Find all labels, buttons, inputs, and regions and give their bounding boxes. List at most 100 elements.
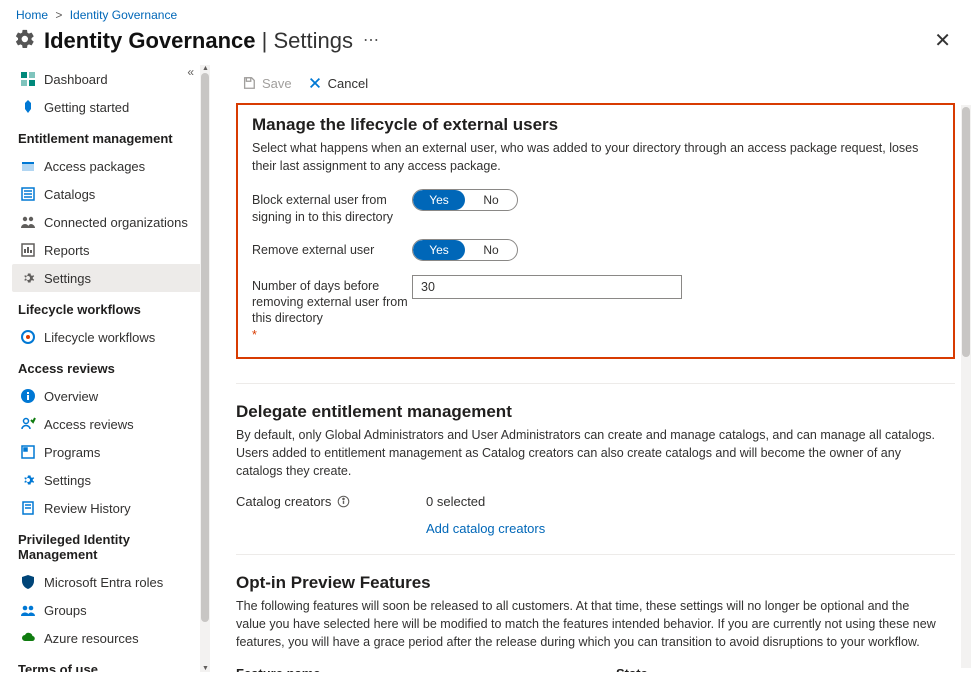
row-block-signin-label: Block external user from signing in to t…: [252, 189, 412, 225]
save-button[interactable]: Save: [242, 76, 292, 91]
review-icon: [20, 416, 36, 432]
sidebar-item-azure-resources[interactable]: Azure resources: [12, 624, 206, 652]
toolbar: Save Cancel: [234, 65, 975, 101]
row-days-label: Number of days before removing external …: [252, 275, 412, 343]
toggle-block-signin[interactable]: Yes No: [412, 189, 518, 211]
breadcrumb-home[interactable]: Home: [16, 8, 48, 22]
shield-icon: [20, 574, 36, 590]
divider: [236, 383, 955, 384]
toggle-yes[interactable]: Yes: [413, 190, 465, 210]
catalog-creators-row: Catalog creators 0 selected: [236, 494, 955, 509]
sidebar-section-pim: Privileged Identity Management: [12, 522, 206, 568]
sidebar-item-lifecycle-workflows[interactable]: Lifecycle workflows: [12, 323, 206, 351]
feature-table-header: Feature name State: [236, 666, 955, 673]
sidebar-section-lifecycle: Lifecycle workflows: [12, 292, 206, 323]
sidebar-item-label: Lifecycle workflows: [44, 330, 155, 345]
divider: [236, 554, 955, 555]
sidebar-item-label: Azure resources: [44, 631, 139, 646]
sidebar-item-label: Dashboard: [44, 72, 108, 87]
catalog-creators-label: Catalog creators: [236, 494, 331, 509]
gear-icon: [14, 28, 36, 53]
sidebar-item-entra-roles[interactable]: Microsoft Entra roles: [12, 568, 206, 596]
toggle-yes[interactable]: Yes: [413, 240, 465, 260]
sidebar-item-dashboard[interactable]: Dashboard: [12, 65, 206, 93]
sidebar-item-reports[interactable]: Reports: [12, 236, 206, 264]
sidebar-item-label: Groups: [44, 603, 87, 618]
delegate-desc: By default, only Global Administrators a…: [236, 426, 936, 480]
sidebar-item-catalogs[interactable]: Catalogs: [12, 180, 206, 208]
lifecycle-icon: [20, 329, 36, 345]
sidebar-item-access-reviews[interactable]: Access reviews: [12, 410, 206, 438]
row-block-signin: Block external user from signing in to t…: [252, 189, 939, 225]
sidebar-item-label: Access reviews: [44, 417, 134, 432]
sidebar-item-label: Getting started: [44, 100, 129, 115]
lifecycle-desc: Select what happens when an external use…: [252, 139, 939, 175]
history-icon: [20, 500, 36, 516]
sidebar-item-label: Programs: [44, 445, 100, 460]
breadcrumb-sep: >: [55, 8, 62, 22]
cloud-icon: [20, 630, 36, 646]
catalog-icon: [20, 186, 36, 202]
breadcrumb-ig[interactable]: Identity Governance: [70, 8, 177, 22]
sidebar-item-review-history[interactable]: Review History: [12, 494, 206, 522]
row-remove-user-label: Remove external user: [252, 239, 412, 258]
main-pane: Save Cancel Manage the lifecycle of exte…: [210, 65, 975, 672]
sidebar-item-settings[interactable]: Settings: [12, 264, 206, 292]
lifecycle-card: Manage the lifecycle of external users S…: [236, 103, 955, 359]
preview-title: Opt-in Preview Features: [236, 573, 955, 593]
groups-icon: [20, 602, 36, 618]
sidebar-item-label: Access packages: [44, 159, 145, 174]
sidebar-section-access-reviews: Access reviews: [12, 351, 206, 382]
add-catalog-creators-link[interactable]: Add catalog creators: [236, 521, 955, 536]
sidebar-item-getting-started[interactable]: Getting started: [12, 93, 206, 121]
main-scrollbar[interactable]: [961, 105, 971, 668]
breadcrumb: Home > Identity Governance: [0, 0, 975, 24]
sidebar-item-label: Connected organizations: [44, 215, 188, 230]
more-icon[interactable]: ⋯: [363, 33, 379, 49]
reports-icon: [20, 242, 36, 258]
scroll-down-icon: ▼: [202, 665, 208, 672]
package-icon: [20, 158, 36, 174]
sidebar-item-programs[interactable]: Programs: [12, 438, 206, 466]
sidebar-item-label: Review History: [44, 501, 131, 516]
days-input[interactable]: [412, 275, 682, 299]
col-feature-name: Feature name: [236, 666, 616, 673]
close-icon[interactable]: ✕: [926, 24, 959, 57]
dashboard-icon: [20, 71, 36, 87]
page-header: Identity Governance | Settings ⋯ ✕: [0, 24, 975, 65]
sidebar-item-label: Microsoft Entra roles: [44, 575, 163, 590]
page-title: Identity Governance | Settings: [44, 28, 353, 54]
sidebar-item-label: Settings: [44, 473, 91, 488]
info-small-icon[interactable]: [337, 495, 350, 508]
sidebar-item-access-packages[interactable]: Access packages: [12, 152, 206, 180]
sidebar-item-label: Settings: [44, 271, 91, 286]
cancel-button[interactable]: Cancel: [308, 76, 368, 91]
programs-icon: [20, 444, 36, 460]
preview-desc: The following features will soon be rele…: [236, 597, 936, 651]
catalog-creators-count: 0 selected: [426, 494, 485, 509]
toggle-no[interactable]: No: [465, 190, 517, 210]
info-icon: [20, 388, 36, 404]
sidebar-item-label: Overview: [44, 389, 98, 404]
sidebar-scrollbar-thumb[interactable]: [201, 73, 209, 622]
collapse-chevron-icon[interactable]: «: [187, 65, 194, 79]
sidebar-item-groups[interactable]: Groups: [12, 596, 206, 624]
scroll-up-icon: ▲: [202, 65, 208, 72]
sidebar-scrollbar[interactable]: ▲ ▼: [200, 65, 210, 672]
sidebar-item-label: Catalogs: [44, 187, 95, 202]
main-scrollbar-thumb[interactable]: [962, 107, 970, 357]
cancel-icon: [308, 76, 322, 90]
col-state: State: [616, 666, 648, 673]
rocket-icon: [20, 99, 36, 115]
sidebar-section-terms: Terms of use: [12, 652, 206, 672]
toggle-remove-user[interactable]: Yes No: [412, 239, 518, 261]
row-days: Number of days before removing external …: [252, 275, 939, 343]
toggle-no[interactable]: No: [465, 240, 517, 260]
sidebar-item-label: Reports: [44, 243, 90, 258]
sidebar-item-overview[interactable]: Overview: [12, 382, 206, 410]
gear-small-icon: [20, 270, 36, 286]
sidebar: « Dashboard Getting started Entitlement …: [0, 65, 210, 672]
cancel-button-label: Cancel: [328, 76, 368, 91]
sidebar-item-connected-orgs[interactable]: Connected organizations: [12, 208, 206, 236]
sidebar-item-ar-settings[interactable]: Settings: [12, 466, 206, 494]
